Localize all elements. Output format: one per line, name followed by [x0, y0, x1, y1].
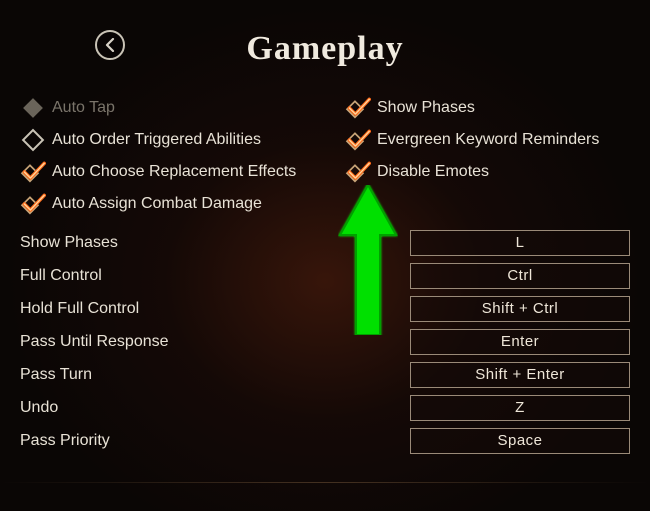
keybind-input[interactable]: Shift + Ctrl: [410, 296, 630, 322]
keybind-label: Pass Priority: [20, 432, 402, 450]
option-auto-tap: Auto Tap: [20, 92, 305, 124]
keybind-row: Show Phases L: [20, 226, 630, 259]
keybind-input[interactable]: L: [410, 230, 630, 256]
option-evergreen-keyword-reminders[interactable]: Evergreen Keyword Reminders: [345, 124, 630, 156]
checkbox-icon: [20, 95, 46, 121]
keybind-input[interactable]: Ctrl: [410, 263, 630, 289]
keybind-input[interactable]: Space: [410, 428, 630, 454]
keybind-row: Undo Z: [20, 391, 630, 424]
keybind-row: Pass Turn Shift + Enter: [20, 358, 630, 391]
chevron-left-icon: [104, 38, 116, 52]
keybind-label: Pass Until Response: [20, 333, 402, 351]
option-disable-emotes[interactable]: Disable Emotes: [345, 156, 630, 188]
option-auto-choose-replacement-effects[interactable]: Auto Choose Replacement Effects: [20, 156, 305, 188]
keybind-label: Undo: [20, 399, 402, 417]
options-left-column: Auto Tap Auto Order Triggered Abilities Au…: [20, 92, 305, 220]
keybind-input[interactable]: Z: [410, 395, 630, 421]
checkbox-icon: [345, 159, 371, 185]
keybind-row: Pass Until Response Enter: [20, 325, 630, 358]
option-auto-order-triggered-abilities[interactable]: Auto Order Triggered Abilities: [20, 124, 305, 156]
back-button[interactable]: [95, 30, 125, 60]
option-label: Evergreen Keyword Reminders: [377, 131, 599, 149]
checkbox-icon: [20, 127, 46, 153]
option-label: Show Phases: [377, 99, 475, 117]
option-label: Auto Choose Replacement Effects: [52, 163, 296, 181]
checkbox-icon: [345, 127, 371, 153]
keybind-row: Full Control Ctrl: [20, 259, 630, 292]
option-label: Auto Tap: [52, 99, 115, 117]
options-right-column: Show Phases Evergreen Keyword Reminders Di…: [345, 92, 630, 220]
checkbox-icon: [345, 95, 371, 121]
option-show-phases[interactable]: Show Phases: [345, 92, 630, 124]
keybind-input[interactable]: Enter: [410, 329, 630, 355]
keybind-label: Hold Full Control: [20, 300, 402, 318]
keybind-label: Show Phases: [20, 234, 402, 252]
option-label: Auto Order Triggered Abilities: [52, 131, 261, 149]
keybind-row: Pass Priority Space: [20, 424, 630, 457]
keybind-label: Pass Turn: [20, 366, 402, 384]
option-label: Auto Assign Combat Damage: [52, 195, 262, 213]
footer-divider: [0, 482, 650, 483]
option-label: Disable Emotes: [377, 163, 489, 181]
checkbox-icon: [20, 191, 46, 217]
keybind-row: Hold Full Control Shift + Ctrl: [20, 292, 630, 325]
checkbox-icon: [20, 159, 46, 185]
keybind-input[interactable]: Shift + Enter: [410, 362, 630, 388]
keybind-label: Full Control: [20, 267, 402, 285]
option-auto-assign-combat-damage[interactable]: Auto Assign Combat Damage: [20, 188, 305, 220]
keybindings-section: Show Phases L Full Control Ctrl Hold Full Co…: [0, 220, 650, 457]
